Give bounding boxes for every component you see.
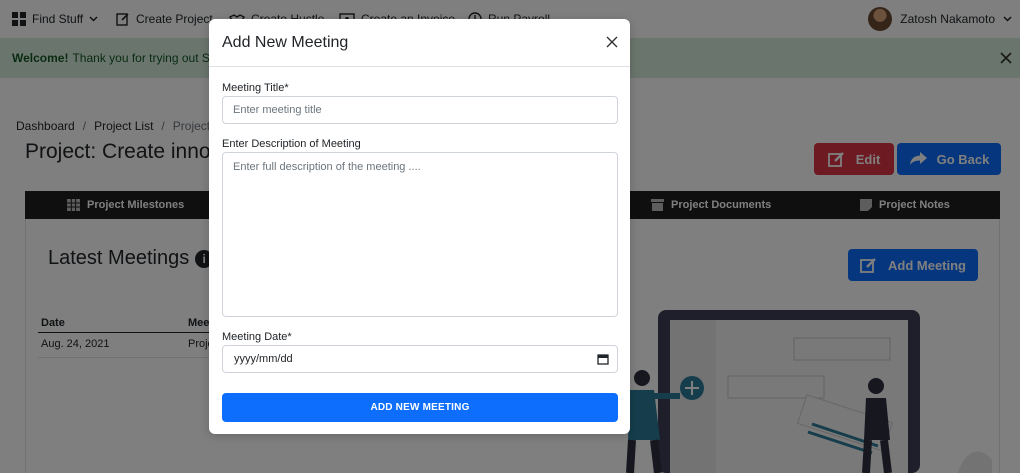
close-icon[interactable] (606, 36, 618, 48)
add-new-meeting-button[interactable]: ADD NEW MEETING (222, 393, 618, 422)
date-placeholder: yyyy/mm/dd (234, 353, 293, 365)
meeting-title-label: Meeting Title* (222, 82, 289, 94)
modal-title: Add New Meeting (222, 34, 349, 51)
calendar-icon[interactable] (597, 353, 609, 365)
modal-header: Add New Meeting (209, 19, 630, 67)
description-label: Enter Description of Meeting (222, 138, 361, 150)
meeting-title-input[interactable] (222, 96, 618, 124)
description-textarea[interactable] (222, 152, 618, 317)
meeting-date-input[interactable]: yyyy/mm/dd (222, 345, 618, 373)
add-meeting-modal: Add New Meeting Meeting Title* Enter Des… (209, 19, 630, 434)
meeting-date-label: Meeting Date* (222, 331, 292, 343)
